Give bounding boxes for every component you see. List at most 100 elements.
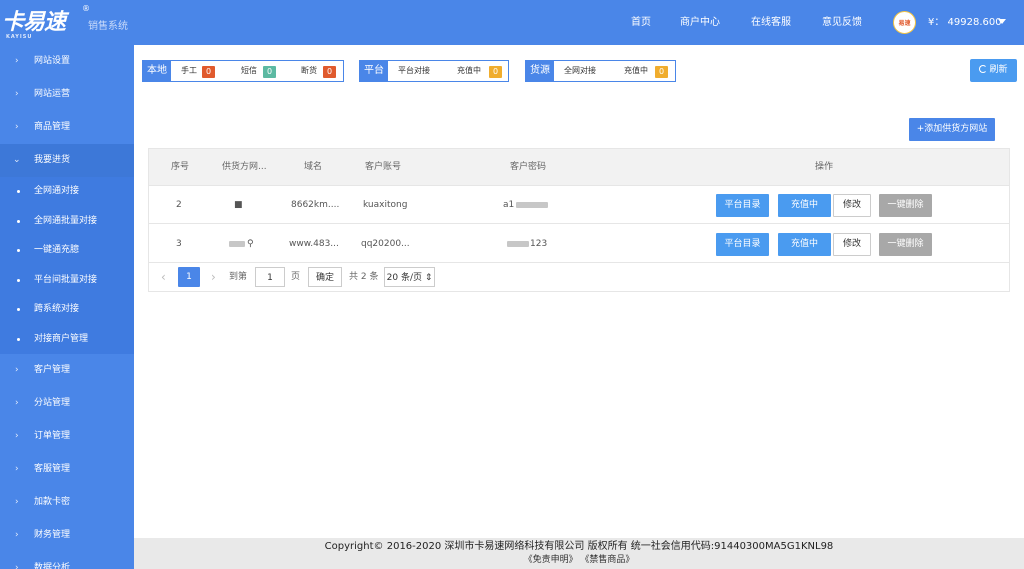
bullet-icon [17,190,20,193]
page-1-button[interactable]: 1 [178,267,200,287]
next-page-icon[interactable]: › [211,267,216,287]
stat-sms-count[interactable]: 0 [263,66,276,78]
sidebar-item-finance[interactable]: › 财务管理 [0,519,134,552]
chevron-down-icon[interactable] [998,19,1006,24]
chevron-right-icon: › [15,530,19,540]
platform-catalog-button[interactable]: 平台目录 [716,194,769,217]
stats-platform: 平台 平台对接 充值中 0 [359,60,509,82]
refresh-label: 刷新 [989,65,1008,75]
recharging-button[interactable]: 充值中 [778,233,831,256]
delete-button[interactable]: 一键删除 [879,194,932,217]
sidebar-item-topup-cards[interactable]: › 加款卡密 [0,486,134,519]
chevron-right-icon: › [15,431,19,441]
footer-links[interactable]: 《免责申明》 《禁售商品》 [134,554,1024,567]
recharging-button[interactable]: 充值中 [778,194,831,217]
prev-page-icon[interactable]: ‹ [161,267,166,287]
bullet-icon [17,278,20,282]
stats-source: 货源 全网对接 充值中 0 [525,60,676,82]
sidebar-item-label: 我要进货 [34,155,71,165]
sidebar-item-substations[interactable]: › 分站管理 [0,387,134,420]
brand-logo[interactable]: 卡易速 ® KAYISU 销售系统 [2,3,132,43]
stat-outofstock-count[interactable]: 0 [323,66,336,78]
goto-confirm-button[interactable]: 确定 [308,267,342,287]
row-supplier: ⚲ [229,225,254,263]
row-index: 2 [176,200,182,210]
stat-platform-recharging-count[interactable]: 0 [489,66,502,78]
sidebar-item-customer-service[interactable]: › 客服管理 [0,453,134,486]
refresh-icon [979,65,988,73]
row-supplier: ■ [234,200,243,210]
blurred-password [507,240,529,247]
row-account: qq20200... [361,239,410,249]
delete-button[interactable]: 一键删除 [879,233,932,256]
col-supplier: 供货方网... [222,162,267,172]
sidebar-item-label: 加款卡密 [34,497,71,507]
row-account: kuaxitong [363,200,408,210]
sidebar-subitem-label: 跨系统对接 [34,304,80,314]
sidebar-item-label: 财务管理 [34,530,71,540]
stat-manual-count[interactable]: 0 [202,66,215,78]
sidebar-item-site-settings[interactable]: › 网站设置 [0,45,134,78]
goto-label: 到第 [229,272,248,282]
chevron-right-icon: › [15,365,19,375]
sidebar-item-label: 网站设置 [34,56,71,66]
sidebar-item-customers[interactable]: › 客户管理 [0,354,134,387]
stat-source-recharging-count[interactable]: 0 [655,66,668,78]
sidebar-item-orders[interactable]: › 订单管理 [0,420,134,453]
table-row: 3 ⚲ www.483... qq20200... 123 平台目录 充值中 修… [149,225,1009,263]
platform-catalog-button[interactable]: 平台目录 [716,233,769,256]
edit-button[interactable]: 修改 [833,194,871,217]
stat-source-recharging-label: 充值中 [624,66,648,75]
row-domain[interactable]: 8662km.... [291,186,339,224]
table-row: 2 ■ 8662km.... kuaxitong a1 平台目录 充值中 修改 … [149,186,1009,224]
stats-local-tag: 本地 [143,61,171,81]
row-password: 123 [507,225,547,263]
avatar[interactable]: 易速 [893,11,916,34]
sidebar-subitem-label: 对接商户管理 [34,333,89,344]
sidebar-subitem-one-click[interactable]: 一键通充臆 [0,236,134,266]
sidebar-item-analytics[interactable]: › 数据分析 [0,552,134,569]
nav-online-service[interactable]: 在线客服 [751,0,791,45]
chevron-right-icon: › [15,563,19,569]
refresh-button[interactable]: 刷新 [970,59,1017,82]
pagination: ‹ 1 › 到第 1 页 确定 共 2 条 20 条/页 ⇕ [149,263,1009,291]
bullet-icon [17,249,20,252]
nav-merchant-center[interactable]: 商户中心 [680,0,720,45]
sidebar-subitem-merchant-docking[interactable]: 对接商户管理 [0,324,134,354]
sidebar-item-purchasing[interactable]: ⌄ 我要进货 [0,144,134,177]
sidebar-subitem-batch-docking[interactable]: 全网通批量对接 [0,206,134,236]
footer: Copyright© 2016-2020 深圳市卡易速网络科技有限公司 版权所有… [134,538,1024,569]
sidebar: › 网站设置 › 网站运营 › 商品管理 ⌄ 我要进货 全网通对接 全网通批量对… [0,45,134,569]
account-balance[interactable]: ¥： 49928.600 [928,0,1002,45]
sidebar-subitem-network-docking[interactable]: 全网通对接 [0,177,134,207]
password-visible-part: a1 [503,200,515,210]
add-supplier-button[interactable]: +添加供货方网站 [909,118,995,141]
edit-button[interactable]: 修改 [833,233,871,256]
stat-source-docking-label: 全网对接 [564,66,596,75]
link-icon: ⚲ [247,239,254,249]
row-index: 3 [176,239,182,249]
bullet-icon [17,219,20,223]
row-domain[interactable]: www.483... [289,225,339,263]
sidebar-subitem-platform-batch[interactable]: 平台间批量对接 [0,265,134,295]
top-header: 卡易速 ® KAYISU 销售系统 首页 商户中心 在线客服 意见反馈 易速 ¥… [0,0,1024,45]
blurred-password [516,201,549,208]
sidebar-item-label: 分站管理 [34,398,71,408]
sidebar-subitem-label: 一键通充臆 [34,245,80,255]
chevron-right-icon: › [15,497,19,507]
col-password: 客户密码 [510,162,547,172]
logo-text: 卡易速 [2,9,66,35]
page-size-select[interactable]: 20 条/页 ⇕ [384,267,435,287]
col-account: 客户账号 [365,162,402,172]
bullet-icon [17,337,20,341]
sidebar-item-site-operations[interactable]: › 网站运营 [0,78,134,111]
nav-feedback[interactable]: 意见反馈 [822,0,862,45]
sidebar-item-product-management[interactable]: › 商品管理 [0,111,134,144]
sidebar-subitem-cross-system[interactable]: 跨系统对接 [0,295,134,325]
nav-home[interactable]: 首页 [631,0,651,45]
chevron-right-icon: › [15,89,19,99]
sidebar-item-label: 数据分析 [34,563,71,569]
chevron-right-icon: › [15,464,19,474]
sidebar-subitem-label: 全网通批量对接 [34,215,98,226]
goto-page-input[interactable]: 1 [255,267,285,287]
